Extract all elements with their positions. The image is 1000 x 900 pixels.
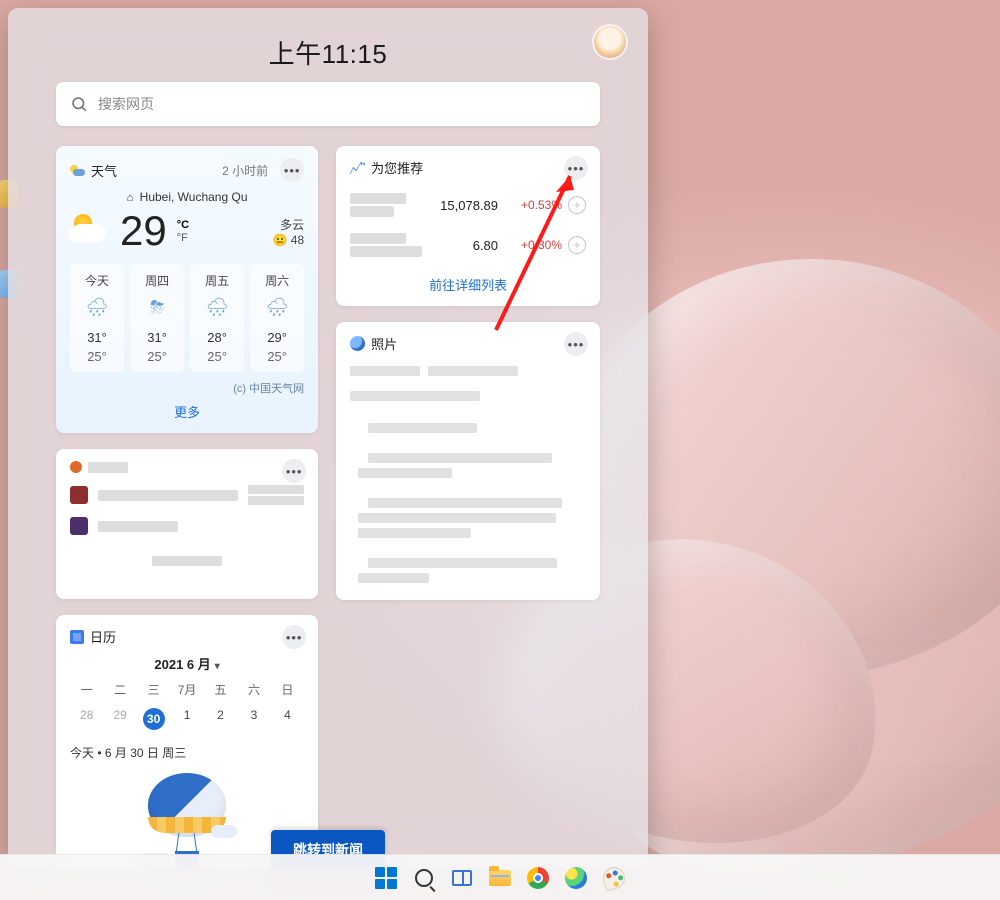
temp-units-toggle[interactable]: °C °F xyxy=(177,219,189,244)
calendar-day[interactable]: 1 xyxy=(170,704,203,734)
user-avatar[interactable] xyxy=(594,26,626,58)
weather-title: 天气 xyxy=(91,161,117,180)
weather-credit: (c) 中国天气网 xyxy=(70,380,304,396)
taskbar-paint-button[interactable] xyxy=(600,864,628,892)
calendar-day-today[interactable]: 30 xyxy=(137,704,170,734)
taskbar-browser-button[interactable] xyxy=(562,864,590,892)
trending-icon xyxy=(350,160,365,175)
calendar-icon xyxy=(70,630,84,644)
photos-widget[interactable]: 照片 ••• xyxy=(336,322,600,600)
widgets-panel: 上午11:15 天气 2 小时前 ••• ⌂ Hubei, Wuchang Qu xyxy=(8,8,648,868)
sports-icon xyxy=(70,461,82,473)
sports-game-row xyxy=(70,517,304,535)
taskbar-chrome-button[interactable] xyxy=(524,864,552,892)
calendar-day[interactable]: 29 xyxy=(103,704,136,734)
calendar-day[interactable]: 28 xyxy=(70,704,103,734)
team-logo-icon xyxy=(70,517,88,535)
calendar-day[interactable]: 4 xyxy=(271,704,304,734)
recommend-more-button[interactable]: ••• xyxy=(564,156,588,180)
recommend-title: 为您推荐 xyxy=(371,158,423,177)
weather-icon xyxy=(70,163,85,178)
weather-aqi: 😐 48 xyxy=(273,233,305,247)
recommend-widget[interactable]: 为您推荐 ••• 15,078.89 +0.53% + 6.80 +0.30% … xyxy=(336,146,600,306)
forecast-day[interactable]: 周四⛈31°25° xyxy=(130,264,184,372)
search-box[interactable] xyxy=(56,82,600,126)
forecast-day[interactable]: 周五🌧28°25° xyxy=(190,264,244,372)
stock-row[interactable]: 6.80 +0.30% + xyxy=(350,225,586,265)
sports-widget[interactable]: ••• xyxy=(56,449,318,599)
sports-title xyxy=(88,462,128,473)
weather-more-button[interactable]: ••• xyxy=(280,158,304,182)
add-stock-button[interactable]: + xyxy=(568,236,586,254)
weather-more-link[interactable]: 更多 xyxy=(70,402,304,421)
forecast-day[interactable]: 今天🌧31°25° xyxy=(70,264,124,372)
panel-clock: 上午11:15 xyxy=(269,34,388,71)
calendar-more-button[interactable]: ••• xyxy=(282,625,306,649)
taskbar-explorer-button[interactable] xyxy=(486,864,514,892)
forecast-day[interactable]: 周六🌧29°25° xyxy=(250,264,304,372)
add-stock-button[interactable]: + xyxy=(568,196,586,214)
sports-more-button[interactable]: ••• xyxy=(282,459,306,483)
weather-condition-icon xyxy=(70,210,112,252)
calendar-title: 日历 xyxy=(90,627,116,646)
weather-updated: 2 小时前 xyxy=(222,162,268,179)
forecast-row: 今天🌧31°25° 周四⛈31°25° 周五🌧28°25° 周六🌧29°25° xyxy=(70,264,304,372)
start-button[interactable] xyxy=(372,864,400,892)
photos-title: 照片 xyxy=(371,334,397,353)
weather-location: ⌂ Hubei, Wuchang Qu xyxy=(70,190,304,204)
taskbar-search-button[interactable] xyxy=(410,864,438,892)
taskbar-widgets-button[interactable] xyxy=(448,864,476,892)
recommend-detail-link[interactable]: 前往详细列表 xyxy=(350,275,586,294)
stock-row[interactable]: 15,078.89 +0.53% + xyxy=(350,185,586,225)
photos-icon xyxy=(350,336,365,351)
search-input[interactable] xyxy=(98,96,586,112)
weather-widget[interactable]: 天气 2 小时前 ••• ⌂ Hubei, Wuchang Qu 29 °C °… xyxy=(56,146,318,433)
calendar-grid: 一 二 三 7月 五 六 日 28 29 30 1 2 3 4 xyxy=(70,681,304,734)
taskbar xyxy=(0,854,1000,900)
current-temp: 29 xyxy=(120,210,167,252)
team-logo-icon xyxy=(70,486,88,504)
weather-condition-text: 多云 xyxy=(273,216,305,233)
search-icon xyxy=(70,95,88,113)
calendar-month-picker[interactable]: 2021 6 月▾ xyxy=(70,654,304,673)
sports-game-row xyxy=(70,483,304,507)
calendar-day[interactable]: 2 xyxy=(204,704,237,734)
calendar-day[interactable]: 3 xyxy=(237,704,270,734)
sports-footer-link[interactable] xyxy=(70,553,304,571)
photos-more-button[interactable]: ••• xyxy=(564,332,588,356)
chevron-down-icon: ▾ xyxy=(215,661,220,672)
home-icon: ⌂ xyxy=(127,192,134,204)
calendar-today-text: 今天 • 6 月 30 日 周三 xyxy=(70,744,304,761)
